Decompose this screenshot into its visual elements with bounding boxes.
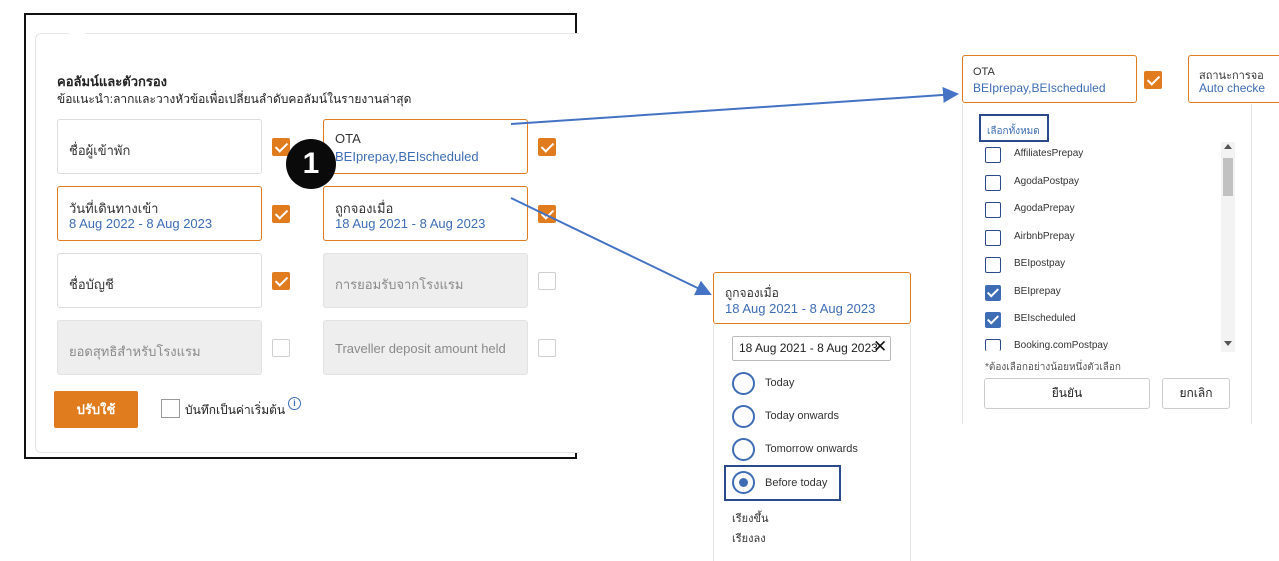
arrow-to-date-popup [510,197,712,296]
arrow-to-ota-popup [510,86,959,125]
callout-arrows [510,86,959,296]
